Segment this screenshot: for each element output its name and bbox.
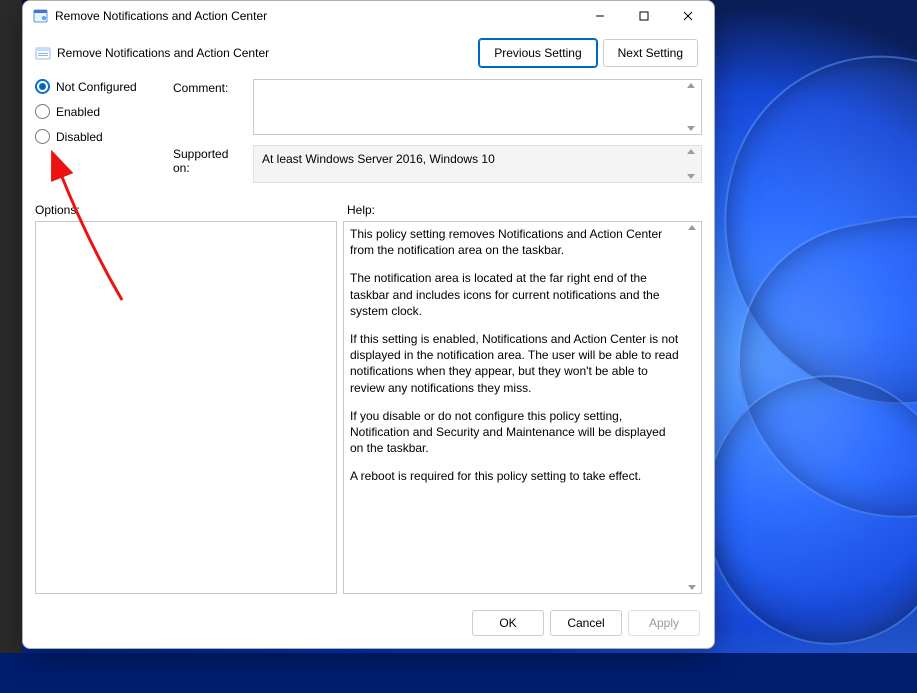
configuration-area: Not Configured Enabled Disabled Comment:	[23, 79, 714, 199]
background-left-strip	[0, 0, 22, 653]
policy-item-icon	[35, 45, 51, 61]
radio-disabled[interactable]: Disabled	[35, 129, 159, 144]
radio-label: Not Configured	[56, 80, 137, 94]
policy-editor-window: Remove Notifications and Action Center R…	[22, 0, 715, 649]
radio-label: Enabled	[56, 105, 100, 119]
comment-scrollbar[interactable]	[683, 80, 699, 134]
state-radio-group: Not Configured Enabled Disabled	[35, 79, 159, 193]
radio-icon	[35, 104, 50, 119]
panes-container: This policy setting removes Notification…	[23, 221, 714, 602]
cancel-button[interactable]: Cancel	[550, 610, 622, 636]
comment-textarea[interactable]	[253, 79, 702, 135]
help-scrollbar[interactable]	[684, 222, 700, 593]
policy-name-label: Remove Notifications and Action Center	[57, 46, 479, 60]
help-paragraph: This policy setting removes Notification…	[350, 226, 681, 258]
scroll-up-icon	[687, 83, 695, 88]
close-button[interactable]	[666, 1, 710, 31]
previous-setting-button[interactable]: Previous Setting	[479, 39, 596, 67]
radio-label: Disabled	[56, 130, 103, 144]
supported-on-value: At least Windows Server 2016, Windows 10	[262, 152, 495, 166]
radio-icon	[35, 129, 50, 144]
supported-scrollbar[interactable]	[683, 146, 699, 182]
dialog-footer: OK Cancel Apply	[23, 602, 714, 648]
ok-button[interactable]: OK	[472, 610, 544, 636]
maximize-button[interactable]	[622, 1, 666, 31]
help-pane: This policy setting removes Notification…	[343, 221, 702, 594]
help-paragraph: If this setting is enabled, Notification…	[350, 331, 681, 396]
titlebar[interactable]: Remove Notifications and Action Center	[23, 1, 714, 31]
scroll-down-icon	[687, 174, 695, 179]
panel-labels: Options: Help:	[23, 199, 714, 221]
next-setting-button[interactable]: Next Setting	[603, 39, 698, 67]
supported-on-textbox: At least Windows Server 2016, Windows 10	[253, 145, 702, 183]
scroll-down-icon	[688, 585, 696, 590]
help-paragraph: If you disable or do not configure this …	[350, 408, 681, 457]
options-label: Options:	[35, 203, 347, 217]
metadata-fields: Comment: Supported on: At least Windows …	[173, 79, 702, 193]
policy-header: Remove Notifications and Action Center P…	[23, 31, 714, 79]
help-paragraph: A reboot is required for this policy set…	[350, 468, 681, 484]
apply-button[interactable]: Apply	[628, 610, 700, 636]
supported-on-label: Supported on:	[173, 145, 245, 183]
window-title: Remove Notifications and Action Center	[55, 9, 578, 23]
options-pane	[35, 221, 337, 594]
minimize-button[interactable]	[578, 1, 622, 31]
help-label: Help:	[347, 203, 375, 217]
window-controls	[578, 1, 710, 31]
comment-label: Comment:	[173, 79, 245, 135]
scroll-down-icon	[687, 126, 695, 131]
scroll-up-icon	[688, 225, 696, 230]
radio-enabled[interactable]: Enabled	[35, 104, 159, 119]
policy-file-icon	[33, 8, 49, 24]
radio-icon	[35, 79, 50, 94]
scroll-up-icon	[687, 149, 695, 154]
help-paragraph: The notification area is located at the …	[350, 270, 681, 319]
radio-not-configured[interactable]: Not Configured	[35, 79, 159, 94]
